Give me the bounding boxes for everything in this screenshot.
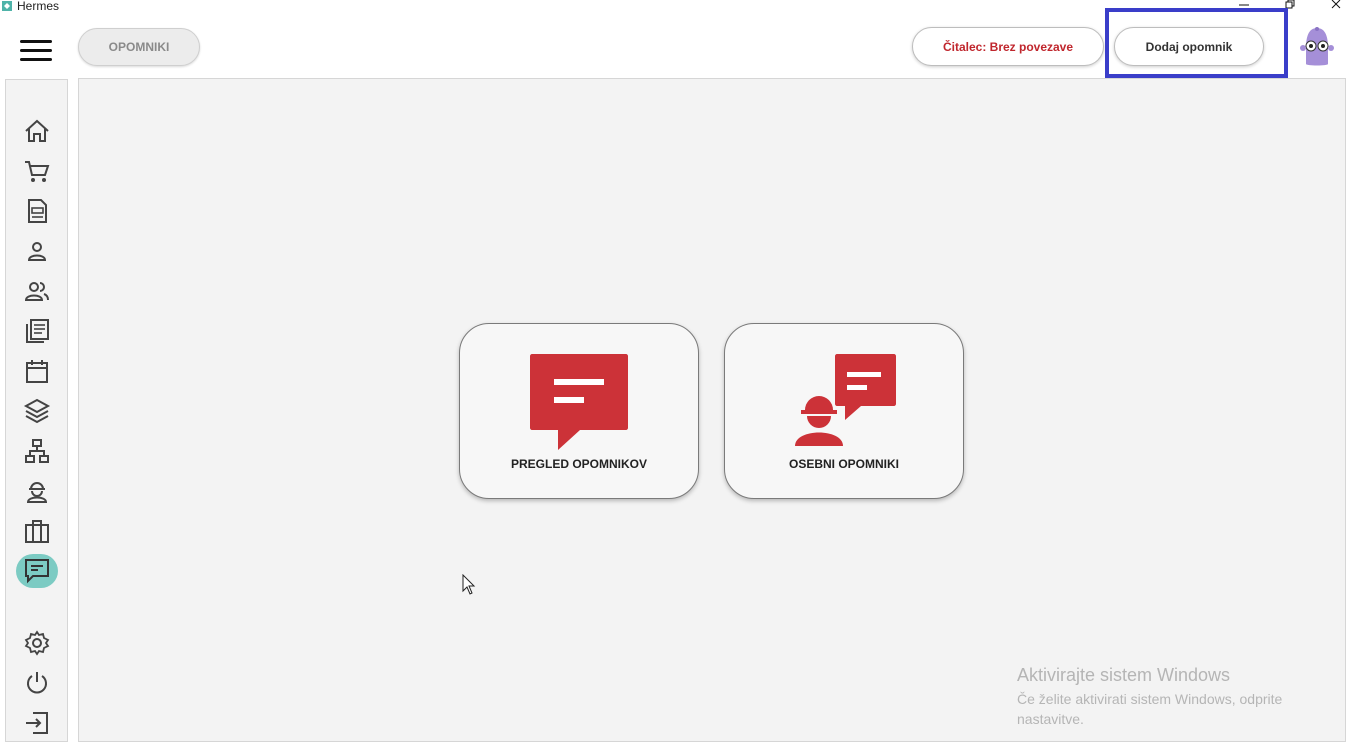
document-icon [28,199,47,223]
nav-logout[interactable] [16,706,58,740]
mascot-avatar-icon[interactable] [1298,26,1336,68]
power-icon [27,672,47,694]
nav-users[interactable] [16,274,58,308]
articles-icon [26,319,49,343]
main-panel: PREGLED OPOMNIKOV OSEBNI OPOMNIKI Aktivi… [78,78,1346,742]
nav-reminders[interactable] [16,554,58,588]
hamburger-line [20,40,52,43]
close-icon [1331,0,1341,9]
briefcase-icon [25,520,49,543]
section-title-pill: OPOMNIKI [78,28,200,66]
menu-button[interactable] [20,40,52,62]
window-title: Hermes [17,0,60,13]
nav-cart[interactable] [16,154,58,188]
calendar-icon [26,360,48,383]
network-icon [25,439,49,463]
app-icon [2,1,12,11]
nav-layers[interactable] [16,394,58,428]
highlight-frame [1105,8,1288,78]
reminder-icon [25,559,49,584]
speech-bubble-icon [530,354,628,450]
windows-activation-title: Aktivirajte sistem Windows [1017,665,1231,685]
nav-home[interactable] [16,114,58,148]
sidebar [5,79,68,742]
personal-reminders-card[interactable]: OSEBNI OPOMNIKI [724,323,964,499]
cart-icon [25,161,50,182]
nav-articles[interactable] [16,314,58,348]
hamburger-line [20,58,52,61]
nav-workers[interactable] [16,474,58,508]
settings-icon [24,630,50,656]
card-label: PREGLED OPOMNIKOV [510,457,647,471]
worker-speech-icon [795,354,896,446]
card-label: OSEBNI OPOMNIKI [788,457,899,471]
nav-power[interactable] [16,666,58,700]
nav-documents[interactable] [16,194,58,228]
close-button[interactable] [1326,0,1346,11]
nav-briefcase[interactable] [16,514,58,548]
nav-settings[interactable] [16,626,58,660]
layers-icon [23,398,51,424]
logout-icon [26,712,48,734]
nav-calendar[interactable] [16,354,58,388]
users-icon [24,282,49,301]
windows-activation-subtitle: Če želite aktivirati sistem Windows, odp… [1017,691,1283,727]
nav-user[interactable] [16,234,58,268]
user-icon [27,242,47,261]
worker-icon [26,482,48,503]
home-icon [25,119,49,142]
hamburger-line [20,49,52,52]
reader-status-button[interactable]: Čitalec: Brez povezave [912,27,1104,66]
nav-network[interactable] [16,434,58,468]
mouse-cursor-icon [462,574,476,595]
reminders-overview-card[interactable]: PREGLED OPOMNIKOV [459,323,699,499]
